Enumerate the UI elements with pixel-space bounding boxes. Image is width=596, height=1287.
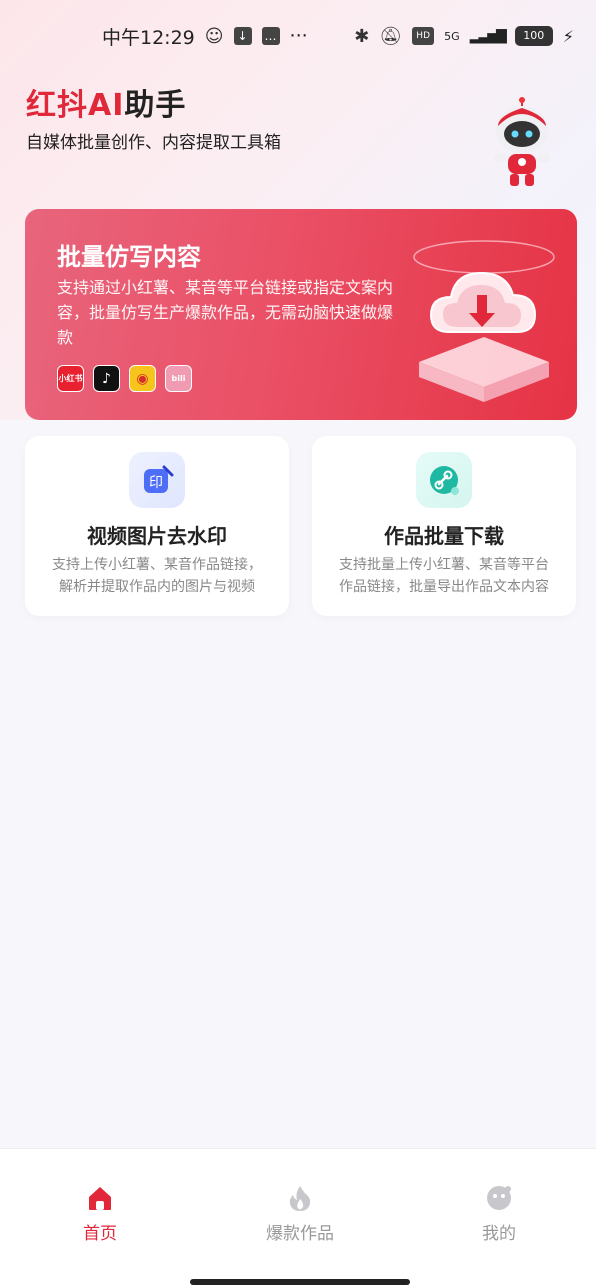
nav-label-hot-works: 爆款作品 [266, 1224, 334, 1244]
battery-level: 100 [523, 29, 545, 42]
bottom-navigation: 首页 爆款作品 我的 [0, 1148, 596, 1287]
batch-download-desc-line2: 作品链接，批量导出作品文本内容 [339, 579, 549, 595]
ghost-notification-icon: ☺ [204, 25, 224, 47]
link-glyph-icon [430, 466, 459, 495]
remove-watermark-desc-line2: 解析并提取作品内的图片与视频 [59, 579, 255, 595]
remove-watermark-card[interactable]: 印 视频图片去水印 支持上传小红薯、某音作品链接， 解析并提取作品内的图片与视频 [25, 436, 289, 616]
nav-item-home[interactable]: 首页 [40, 1183, 160, 1244]
status-time: 中午12:29 [102, 26, 195, 49]
app-title-suffix: 助手 [124, 88, 187, 123]
nav-label-home: 首页 [83, 1224, 117, 1244]
stamp-glyph: 印 [149, 475, 163, 491]
hero-description: 支持通过小红薯、某音等平台链接或指定文案内容，批量仿写生产爆款作品，无需动脑快速… [57, 278, 394, 347]
app-subtitle: 自媒体批量创作、内容提取工具箱 [26, 133, 281, 153]
douyin-icon: ♪ [93, 365, 120, 392]
battery-icon: 100 [514, 26, 553, 46]
message-notification-icon: … [261, 27, 280, 45]
app-title-brand: 红抖AI [26, 88, 125, 123]
batch-download-card[interactable]: 作品批量下载 支持批量上传小红薯、某音等平台 作品链接，批量导出作品文本内容 [312, 436, 576, 616]
nav-label-profile: 我的 [482, 1224, 516, 1244]
remove-watermark-title: 视频图片去水印 [87, 524, 227, 548]
mute-bell-icon: 🔕︎ [379, 25, 403, 47]
batch-download-description: 支持批量上传小红薯、某音等平台 作品链接，批量导出作品文本内容 [326, 554, 562, 598]
app-title: 红抖AI助手 [26, 80, 186, 124]
status-bar: 中午12:29 ☺ ↓ … ··· ✱ 🔕︎ HD 5G ▂▃▅▇ 100 ⚡ [0, 18, 596, 54]
network-type: 5G [444, 29, 460, 43]
bilibili-icon: bili [165, 365, 192, 392]
hd-icon: HD [412, 27, 435, 45]
flame-icon [289, 1186, 311, 1211]
batch-download-title: 作品批量下载 [384, 524, 504, 548]
weibo-icon: ◉ [129, 365, 156, 392]
more-notifications: ··· [289, 25, 308, 47]
batch-rewrite-card[interactable]: 批量仿写内容 支持通过小红薯、某音等平台链接或指定文案内容，批量仿写生产爆款作品… [25, 209, 577, 420]
hero-title: 批量仿写内容 [57, 243, 201, 271]
cloud-download-illustration-icon [413, 240, 555, 402]
profile-face-icon [487, 1186, 511, 1210]
nav-item-hot-works[interactable]: 爆款作品 [240, 1183, 360, 1244]
home-icon [89, 1187, 111, 1210]
charging-icon: ⚡ [562, 26, 574, 46]
stamp-glyph-icon: 印 [144, 465, 174, 493]
xiaohongshu-icon: 小红书 [57, 365, 84, 392]
signal-icon: ▂▃▅▇ [469, 28, 507, 44]
link-download-icon [416, 452, 472, 508]
batch-download-desc-line1: 支持批量上传小红薯、某音等平台 [339, 557, 549, 573]
download-notification-icon: ↓ [233, 27, 252, 45]
home-indicator[interactable] [190, 1279, 410, 1285]
bluetooth-icon: ✱ [354, 25, 370, 47]
robot-mascot-icon [494, 97, 550, 186]
watermark-stamp-icon: 印 [129, 452, 185, 508]
platform-icons: 小红书 ♪ ◉ bili [57, 365, 192, 392]
nav-item-profile[interactable]: 我的 [439, 1183, 559, 1244]
remove-watermark-desc-line1: 支持上传小红薯、某音作品链接， [52, 557, 262, 573]
remove-watermark-description: 支持上传小红薯、某音作品链接， 解析并提取作品内的图片与视频 [39, 554, 275, 598]
